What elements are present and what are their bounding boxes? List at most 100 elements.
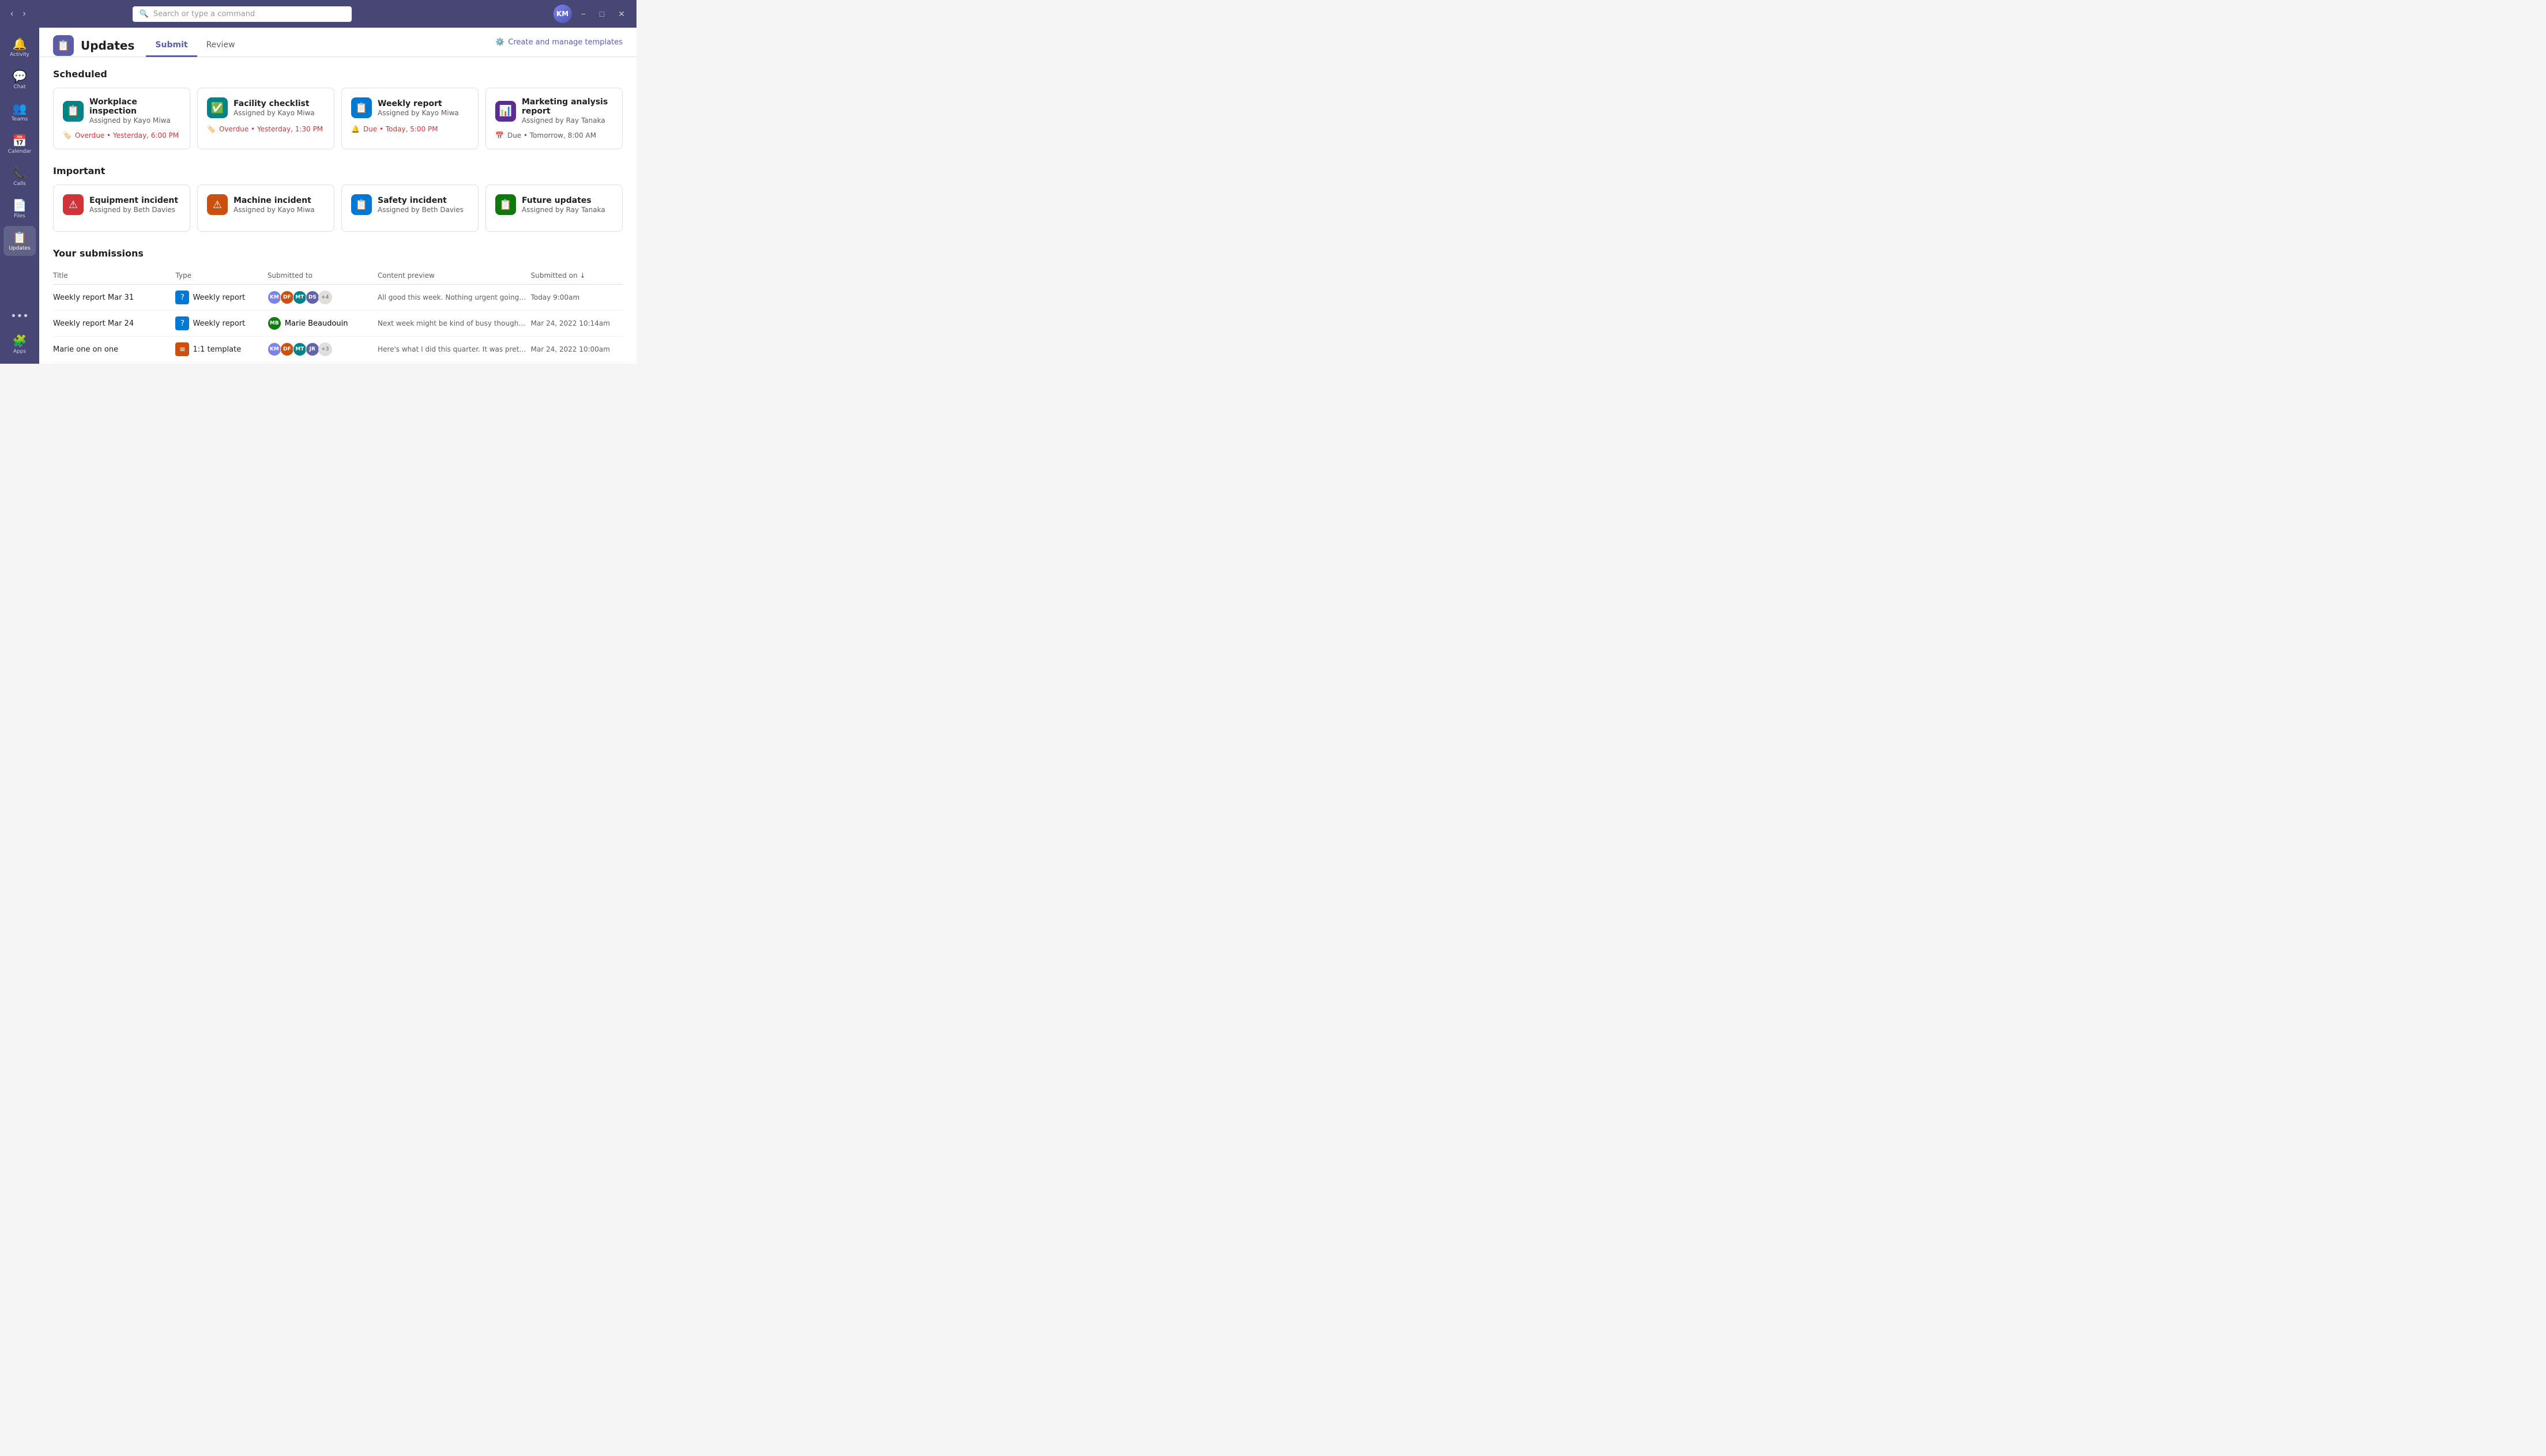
avatar: DS xyxy=(306,291,319,304)
gear-icon: ⚙️ xyxy=(495,38,504,47)
col-submitted-to: Submitted to xyxy=(268,271,378,280)
teams-label: Teams xyxy=(12,116,28,122)
card-subtitle: Assigned by Beth Davies xyxy=(378,206,464,214)
content-preview: Here's what I did this quarter. It was p… xyxy=(378,345,528,353)
type-badge: ? Weekly report xyxy=(175,291,267,304)
avatar: MT xyxy=(293,291,307,304)
table-row[interactable]: Weekly report Mar 24 ? Weekly report MB … xyxy=(53,311,623,337)
table-row[interactable]: Weekly report Mar 17 ? Weekly report MB … xyxy=(53,363,623,364)
calls-label: Calls xyxy=(13,181,26,187)
status-icon: 🔔 xyxy=(351,125,360,133)
user-avatar[interactable]: KM xyxy=(553,5,572,23)
card-icon: ⚠ xyxy=(207,194,228,215)
calendar-icon: 📅 xyxy=(13,134,27,148)
submissions-title: Your submissions xyxy=(53,248,623,259)
type-icon: ≡ xyxy=(175,342,189,356)
updates-icon: 📋 xyxy=(13,231,27,244)
activity-icon: 🔔 xyxy=(13,37,27,51)
apps-label: Apps xyxy=(13,349,26,354)
sidebar-item-files[interactable]: 📄 Files xyxy=(3,194,36,224)
col-title: Title xyxy=(53,271,175,280)
card-subtitle: Assigned by Kayo Miwa xyxy=(233,109,315,117)
files-label: Files xyxy=(14,213,25,219)
submitted-on: Mar 24, 2022 10:00am xyxy=(531,345,623,353)
avatar: KM xyxy=(268,342,281,356)
search-bar[interactable]: 🔍 Search or type a command xyxy=(133,6,352,22)
card-future-updates[interactable]: 📋 Future updates Assigned by Ray Tanaka xyxy=(485,184,623,232)
calls-icon: 📞 xyxy=(13,166,27,180)
card-status: 🔔 Due • Today, 5:00 PM xyxy=(351,125,469,133)
card-title: Workplace inspection xyxy=(89,97,180,116)
content-preview: Next week might be kind of busy though I… xyxy=(378,319,528,327)
card-header: 📋 Workplace inspection Assigned by Kayo … xyxy=(63,97,180,125)
maximize-button[interactable]: □ xyxy=(595,7,609,21)
tab-review[interactable]: Review xyxy=(197,35,244,57)
card-weekly-report[interactable]: 📋 Weekly report Assigned by Kayo Miwa 🔔 … xyxy=(341,88,479,149)
col-submitted-on: Submitted on ↓ xyxy=(531,271,623,280)
card-machine-incident[interactable]: ⚠ Machine incident Assigned by Kayo Miwa xyxy=(197,184,334,232)
app-header: 📋 Updates Submit Review ⚙️ Create and ma… xyxy=(39,28,636,57)
card-safety-incident[interactable]: 📋 Safety incident Assigned by Beth Davie… xyxy=(341,184,479,232)
table-row[interactable]: Weekly report Mar 31 ? Weekly report KM … xyxy=(53,285,623,311)
tab-submit[interactable]: Submit xyxy=(146,35,197,57)
table-header: Title Type Submitted to Content preview … xyxy=(53,267,623,285)
card-header: ✅ Facility checklist Assigned by Kayo Mi… xyxy=(207,97,325,118)
app-layout: 🔔 Activity 💬 Chat 👥 Teams 📅 Calendar 📞 C… xyxy=(0,28,636,364)
forward-button[interactable]: › xyxy=(19,6,29,21)
card-title: Safety incident xyxy=(378,196,464,205)
important-title: Important xyxy=(53,165,623,176)
minimize-button[interactable]: − xyxy=(577,7,590,21)
type-icon: ? xyxy=(175,291,189,304)
calendar-label: Calendar xyxy=(8,149,31,154)
card-title: Machine incident xyxy=(233,196,315,205)
scheduled-section: Scheduled 📋 Workplace inspection Assigne… xyxy=(53,69,623,149)
create-manage-button[interactable]: ⚙️ Create and manage templates xyxy=(495,38,623,54)
card-marketing-analysis[interactable]: 📊 Marketing analysis report Assigned by … xyxy=(485,88,623,149)
card-title: Facility checklist xyxy=(233,99,315,108)
sidebar-item-activity[interactable]: 🔔 Activity xyxy=(3,32,36,62)
card-status: 📅 Due • Tomorrow, 8:00 AM xyxy=(495,131,613,139)
important-cards-grid: ⚠ Equipment incident Assigned by Beth Da… xyxy=(53,184,623,232)
main-content: 📋 Updates Submit Review ⚙️ Create and ma… xyxy=(39,28,636,364)
sidebar-item-chat[interactable]: 💬 Chat xyxy=(3,65,36,95)
sidebar-item-updates[interactable]: 📋 Updates xyxy=(3,226,36,256)
titlebar: ‹ › 🔍 Search or type a command KM − □ ✕ xyxy=(0,0,636,28)
col-preview: Content preview xyxy=(378,271,531,280)
single-recipient: MB Marie Beaudouin xyxy=(268,316,378,330)
back-button[interactable]: ‹ xyxy=(7,6,17,21)
sidebar-item-calendar[interactable]: 📅 Calendar xyxy=(3,129,36,159)
submitted-on: Mar 24, 2022 10:14am xyxy=(531,319,623,327)
updates-label: Updates xyxy=(9,246,30,251)
card-icon: ⚠ xyxy=(63,194,84,215)
card-header: 📊 Marketing analysis report Assigned by … xyxy=(495,97,613,125)
card-icon: 📊 xyxy=(495,101,516,122)
card-facility-checklist[interactable]: ✅ Facility checklist Assigned by Kayo Mi… xyxy=(197,88,334,149)
card-header: 📋 Weekly report Assigned by Kayo Miwa xyxy=(351,97,469,118)
card-equipment-incident[interactable]: ⚠ Equipment incident Assigned by Beth Da… xyxy=(53,184,190,232)
col-type: Type xyxy=(175,271,267,280)
card-title: Future updates xyxy=(522,196,605,205)
card-workplace-inspection[interactable]: 📋 Workplace inspection Assigned by Kayo … xyxy=(53,88,190,149)
row-title: Weekly report Mar 24 xyxy=(53,319,175,328)
app-title: Updates xyxy=(81,39,134,52)
avatar: KM xyxy=(268,291,281,304)
more-button[interactable]: ••• xyxy=(6,305,33,327)
scheduled-title: Scheduled xyxy=(53,69,623,80)
sidebar-item-apps[interactable]: 🧩 Apps xyxy=(3,329,36,359)
close-button[interactable]: ✕ xyxy=(613,7,630,21)
scheduled-cards-grid: 📋 Workplace inspection Assigned by Kayo … xyxy=(53,88,623,149)
apps-icon: 🧩 xyxy=(13,334,27,348)
sidebar: 🔔 Activity 💬 Chat 👥 Teams 📅 Calendar 📞 C… xyxy=(0,28,39,364)
table-row[interactable]: Marie one on one ≡ 1:1 template KM DF MT… xyxy=(53,337,623,363)
card-title: Equipment incident xyxy=(89,196,178,205)
card-header: ⚠ Machine incident Assigned by Kayo Miwa xyxy=(207,194,325,215)
card-header: 📋 Safety incident Assigned by Beth Davie… xyxy=(351,194,469,215)
avatars-group: KM DF MT JR +3 xyxy=(268,342,378,356)
search-placeholder: Search or type a command xyxy=(153,10,255,18)
sidebar-item-teams[interactable]: 👥 Teams xyxy=(3,97,36,127)
avatar: MB xyxy=(268,316,281,330)
sidebar-item-calls[interactable]: 📞 Calls xyxy=(3,161,36,191)
activity-label: Activity xyxy=(10,52,29,58)
content-preview: All good this week. Nothing urgent going… xyxy=(378,293,528,301)
teams-icon: 👥 xyxy=(13,101,27,115)
